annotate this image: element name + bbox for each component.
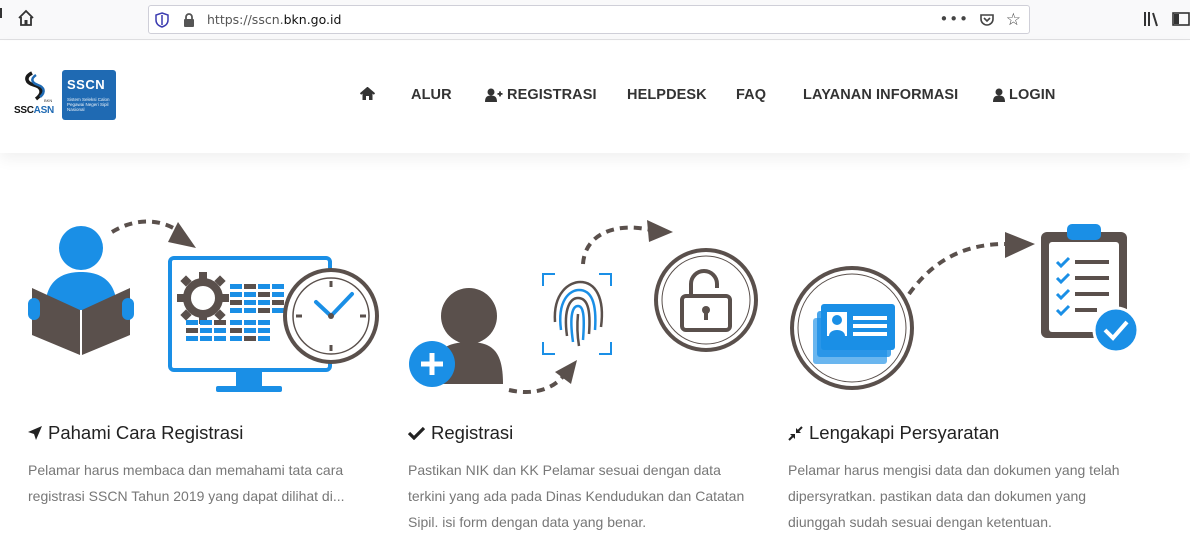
nav-login[interactable]: LOGIN: [993, 87, 1055, 103]
step2-illustration: [409, 220, 758, 395]
window-edge: [0, 8, 2, 18]
star-icon[interactable]: ☆: [1006, 10, 1021, 30]
nav-faq[interactable]: FAQ: [736, 87, 766, 103]
nav-alur[interactable]: ALUR: [411, 87, 452, 103]
step3-illustration: [790, 224, 1140, 390]
id-card-icon: [790, 266, 914, 390]
lock-icon[interactable]: [182, 12, 196, 28]
step2-description: Pastikan NIK dan KK Pelamar sesuai denga…: [408, 462, 745, 530]
browser-home-icon[interactable]: [16, 8, 36, 28]
step3-description: Pelamar harus mengisi data dan dokumen y…: [788, 462, 1120, 530]
page-actions-menu-icon[interactable]: •••: [939, 10, 969, 28]
user-plus-icon: [485, 88, 503, 102]
pocket-icon[interactable]: [979, 12, 995, 28]
compress-icon: [788, 425, 803, 441]
fingerprint-icon: [542, 273, 612, 355]
svg-text:BKN: BKN: [44, 98, 52, 103]
user-head-icon: [441, 288, 497, 344]
step1-description: Pelamar harus membaca dan memahami tata …: [28, 462, 345, 504]
step2-title: Registrasi: [408, 422, 513, 444]
sscasn-logo[interactable]: BKN SSCASN: [14, 71, 60, 117]
user-icon: [993, 88, 1005, 102]
browser-toolbar: https://sscn.bkn.go.id ••• ☆: [0, 0, 1190, 40]
step1-illustration: [28, 219, 379, 392]
reader-head-icon: [59, 226, 103, 270]
sscasn-caption-left: SSC: [14, 105, 34, 116]
address-bar[interactable]: https://sscn.bkn.go.id ••• ☆: [148, 5, 1030, 34]
sscn-logo-title: SSCN: [67, 77, 106, 92]
check-icon: [408, 426, 425, 440]
step1-title: Pahami Cara Registrasi: [28, 422, 243, 444]
unlock-icon: [654, 248, 758, 352]
sscn-logo-subtitle: Sistem Seleksi Calon Pegawai Negeri Sipi…: [67, 97, 110, 112]
nav-layanan-informasi[interactable]: LAYANAN INFORMASI: [803, 87, 958, 103]
paper-plane-icon: [28, 426, 42, 440]
url-text[interactable]: https://sscn.bkn.go.id: [207, 12, 341, 27]
step3-title: Lengakapi Persyaratan: [788, 422, 999, 444]
checklist-clipboard-icon: [1041, 224, 1140, 354]
clock-icon: [283, 268, 379, 364]
sscn-logo[interactable]: SSCN Sistem Seleksi Calon Pegawai Negeri…: [62, 70, 116, 120]
library-icon[interactable]: [1143, 11, 1161, 27]
nav-helpdesk[interactable]: HELPDESK: [627, 87, 707, 103]
tracking-shield-icon[interactable]: [155, 12, 169, 28]
sidebar-toggle-icon[interactable]: [1172, 11, 1190, 27]
sscasn-caption-right: ASN: [33, 105, 55, 116]
site-header: BKN SSCASN SSCN Sistem Seleksi Calon Peg…: [0, 41, 1190, 153]
nav-registrasi[interactable]: REGISTRASI: [485, 87, 597, 103]
sscasn-emblem-icon: BKN: [25, 71, 52, 103]
home-icon: [360, 87, 375, 100]
nav-home[interactable]: [360, 87, 379, 101]
